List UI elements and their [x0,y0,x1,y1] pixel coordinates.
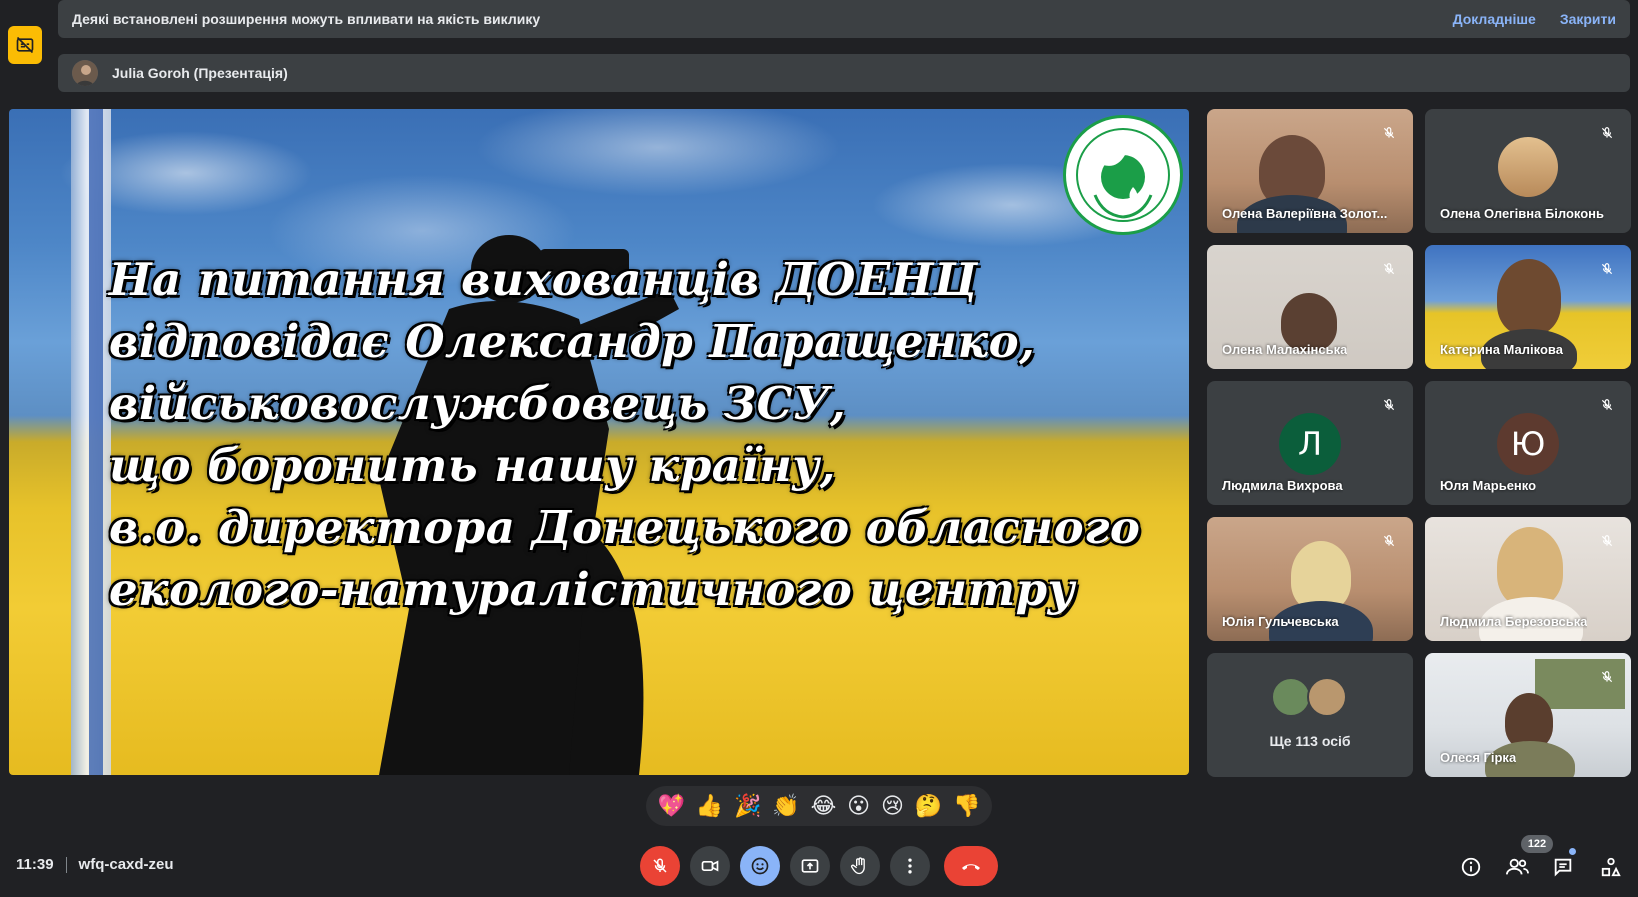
camera-icon [701,860,719,872]
participant-tile[interactable]: Юлія Гульчевська [1207,517,1413,641]
mic-off-icon [1595,257,1619,281]
presentation-stage: На питання вихованців ДОЕНЦ відповідає О… [9,109,1189,775]
slide-line: військовослужбовець ЗСУ, [109,377,847,430]
meeting-time: 11:39 [16,856,54,873]
slide-line: На питання вихованців ДОЕНЦ [109,253,978,306]
participant-tile[interactable]: Катерина Малікова [1425,245,1631,369]
activities-icon [1601,857,1621,877]
reactions-bar: 💖 👍 🎉 👏 😂 😮 😢 🤔 👎 [646,786,992,826]
mic-off-icon [1595,393,1619,417]
chat-button[interactable] [1548,852,1578,882]
participant-tile[interactable]: Олеся Гірка [1425,653,1631,777]
avatar [1307,677,1347,717]
mic-off-icon [1595,121,1619,145]
participant-tile[interactable]: Олена Валеріївна Золот... [1207,109,1413,233]
slide-line: еколого-натуралістичного центру [109,563,1075,616]
raise-hand-button[interactable] [840,846,880,886]
participant-initial: Л [1279,413,1341,475]
people-count-badge: 122 [1521,835,1553,853]
mic-off-icon [653,858,667,873]
chat-icon [1554,858,1572,877]
mic-toggle-button[interactable] [640,846,680,886]
reaction-heart[interactable]: 💖 [657,794,684,819]
avatar [1271,677,1311,717]
camera-toggle-button[interactable] [690,846,730,886]
info-icon [1461,857,1481,877]
participant-name: Людмила Вихрова [1222,478,1343,493]
more-vert-icon [908,858,912,874]
reactions-button[interactable] [740,846,780,886]
more-options-button[interactable] [890,846,930,886]
slide-line: в.о. директора Донецького обласного [109,501,1141,554]
participant-name: Олена Олегівна Білоконь [1440,206,1605,221]
raise-hand-icon [850,857,865,875]
participant-initial: Ю [1497,413,1559,475]
participant-name: Юлія Гульчевська [1222,614,1339,629]
presenter-avatar [72,60,98,86]
end-call-button[interactable] [944,846,998,886]
participant-tile[interactable]: Олена Малахінська [1207,245,1413,369]
slide-line: що боронить нашу країну, [109,439,836,492]
participant-name: Олена Валеріївна Золот... [1222,206,1388,221]
eco-center-logo [1063,115,1183,235]
reaction-surprised[interactable]: 😮 [847,794,870,819]
present-icon [801,859,819,873]
reaction-laugh[interactable]: 😂 [811,794,837,819]
mic-off-icon [1377,393,1401,417]
people-icon [1506,858,1529,875]
emoji-icon [751,857,769,875]
extension-warning-banner: Деякі встановлені розширення можуть впли… [58,0,1630,38]
slide-line: відповідає Олександр Паращенко, [109,315,1036,368]
reaction-party[interactable]: 🎉 [734,794,761,819]
participant-name: Катерина Малікова [1440,342,1563,357]
present-button[interactable] [790,846,830,886]
close-banner-link[interactable]: Закрити [1560,11,1616,27]
meeting-info: 11:39 wfq-caxd-zeu [16,856,174,873]
mic-off-icon [1377,257,1401,281]
participant-name: Юля Марьенко [1440,478,1537,493]
reaction-thumbs-down[interactable]: 👎 [953,794,980,819]
meet-window: Деякі встановлені розширення можуть впли… [0,0,1638,897]
warning-message: Деякі встановлені розширення можуть впли… [72,11,541,27]
more-participants-tile[interactable]: Ще 113 осіб [1207,653,1413,777]
mic-off-icon [1595,665,1619,689]
reaction-thinking[interactable]: 🤔 [915,794,942,819]
participant-tile[interactable]: Олена Олегівна Білоконь [1425,109,1631,233]
slide-flagpole-stripe [89,109,103,775]
divider [65,856,67,873]
participant-name: Олеся Гірка [1440,750,1517,765]
meeting-code[interactable]: wfq-caxd-zeu [79,856,174,873]
mic-off-icon [1377,121,1401,145]
participant-tile[interactable]: Людмила Березовська [1425,517,1631,641]
activities-button[interactable] [1596,852,1626,882]
meeting-details-button[interactable] [1456,852,1486,882]
mic-off-icon [1595,529,1619,553]
participant-tile[interactable]: Л Людмила Вихрова [1207,381,1413,505]
more-avatars [1271,677,1347,717]
reaction-thumbs-up[interactable]: 👍 [696,794,723,819]
slide-text: На питання вихованців ДОЕНЦ відповідає О… [109,249,1169,621]
reaction-sad[interactable]: 😢 [881,794,904,819]
captions-off-icon[interactable] [8,26,42,64]
reaction-clap[interactable]: 👏 [772,794,799,819]
participant-name: Олена Малахінська [1222,342,1348,357]
learn-more-link[interactable]: Докладніше [1453,11,1536,27]
participant-name: Людмила Березовська [1440,614,1588,629]
mic-off-icon [1377,529,1401,553]
participant-tile[interactable]: Ю Юля Марьенко [1425,381,1631,505]
presenter-bar: Julia Goroh (Презентація) [58,54,1630,92]
end-call-icon [962,864,980,870]
more-people-label: Ще 113 осіб [1269,733,1351,749]
people-button[interactable] [1502,852,1532,882]
presenter-label: Julia Goroh (Презентація) [112,65,288,81]
